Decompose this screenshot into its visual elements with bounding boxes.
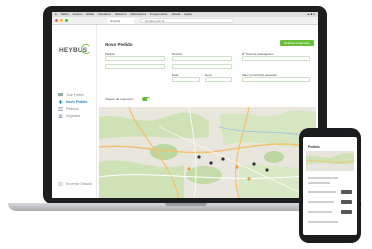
browser-tab[interactable]: Heybus <box>108 18 134 24</box>
browser-toolbar: Heybus heybus.com.br <box>52 17 318 25</box>
time-input[interactable] <box>205 77 232 82</box>
phone-text-line <box>308 201 334 203</box>
origin-input[interactable] <box>105 56 165 61</box>
menubar-item[interactable]: Histórico <box>115 12 127 16</box>
menubar-item[interactable]: Safari <box>61 12 69 16</box>
page-title: Novo Pedido <box>105 42 133 47</box>
apple-icon[interactable]: ● <box>55 12 57 16</box>
app-sidebar: HEYBUS Tour Fretes Novo Pedido Pedidos V… <box>52 25 97 198</box>
main-content: Novo Pedido Solicitar orçamento Partida … <box>97 25 318 198</box>
list-icon <box>58 107 63 111</box>
heybus-logo[interactable]: HEYBUS <box>59 44 91 59</box>
map-pin-icon <box>247 177 251 181</box>
map-pin-icon <box>252 162 256 166</box>
vehicle-input[interactable] <box>242 77 310 82</box>
map-pin-icon <box>209 161 213 165</box>
destination-input[interactable] <box>172 56 232 61</box>
laptop-screen: ● Safari Arquivo Editar Visualizar Histó… <box>52 12 318 198</box>
sidebar-item-pedidos[interactable]: Pedidos <box>58 107 79 111</box>
destination-detail-input[interactable] <box>172 64 232 69</box>
phone-action-button[interactable] <box>341 190 352 194</box>
sidebar-item-novo-pedido[interactable]: Novo Pedido <box>58 100 88 105</box>
phone-text-line <box>308 191 336 193</box>
sidebar-item-label: Novo Pedido <box>66 100 88 104</box>
request-quote-button[interactable]: Solicitar orçamento <box>280 40 314 46</box>
close-window-icon[interactable] <box>55 19 58 22</box>
plus-icon <box>58 100 63 105</box>
phone-text-line <box>308 211 332 213</box>
phone-text-line <box>308 177 338 179</box>
minimize-window-icon[interactable] <box>60 19 63 22</box>
passengers-input[interactable] <box>242 56 310 61</box>
return-trip-toggle[interactable] <box>142 97 150 101</box>
logout-label: Encerrar Sessão <box>66 182 93 186</box>
menubar-item[interactable]: Marcadores <box>130 12 146 16</box>
laptop-notch <box>165 203 207 206</box>
phone-action-button[interactable] <box>341 210 352 214</box>
return-trip-label: Viagem de regresso? <box>105 97 134 101</box>
menubar-item[interactable]: Ajuda <box>184 12 192 16</box>
origin-detail-input[interactable] <box>105 64 165 69</box>
phone-screen: Pedido <box>303 137 357 235</box>
phone-map-tiles <box>306 152 354 165</box>
sidebar-item-tour-fretes[interactable]: Tour Fretes <box>58 93 84 97</box>
map-pin-icon <box>265 168 269 172</box>
phone-action-button[interactable] <box>341 200 352 204</box>
map-pin-icon <box>221 157 225 161</box>
logout-button[interactable]: Encerrar Sessão <box>58 182 92 186</box>
route-map[interactable] <box>99 107 316 198</box>
map-pin-icon <box>187 167 191 171</box>
phone-text-line <box>308 182 330 184</box>
phone-map[interactable] <box>306 151 354 171</box>
sidebar-item-label: Tour Fretes <box>66 93 84 97</box>
phone-page-title: Pedido <box>308 145 320 149</box>
menubar-item[interactable]: Programador <box>150 12 168 16</box>
menubar-item[interactable]: Editar <box>86 12 94 16</box>
map-pin-icon <box>197 155 201 159</box>
sidebar-item-label: Pedidos <box>66 107 79 111</box>
sidebar-item-label: Viajantes <box>66 114 81 118</box>
logo-ring-icon <box>81 44 91 54</box>
menubar-item[interactable]: Arquivo <box>72 12 82 16</box>
logout-icon <box>58 182 63 186</box>
maximize-window-icon[interactable] <box>65 19 68 22</box>
map-pin-icon <box>235 165 239 169</box>
map-pins <box>187 155 269 181</box>
sidebar-item-viajantes[interactable]: Viajantes <box>58 114 81 119</box>
date-input[interactable] <box>172 77 200 82</box>
address-bar[interactable]: heybus.com.br <box>140 18 234 23</box>
menubar-item[interactable]: Visualizar <box>98 12 111 16</box>
users-icon <box>58 114 63 119</box>
bus-icon <box>58 93 63 97</box>
menubar-item[interactable]: Janela <box>171 12 180 16</box>
phone-text-line <box>308 221 338 223</box>
